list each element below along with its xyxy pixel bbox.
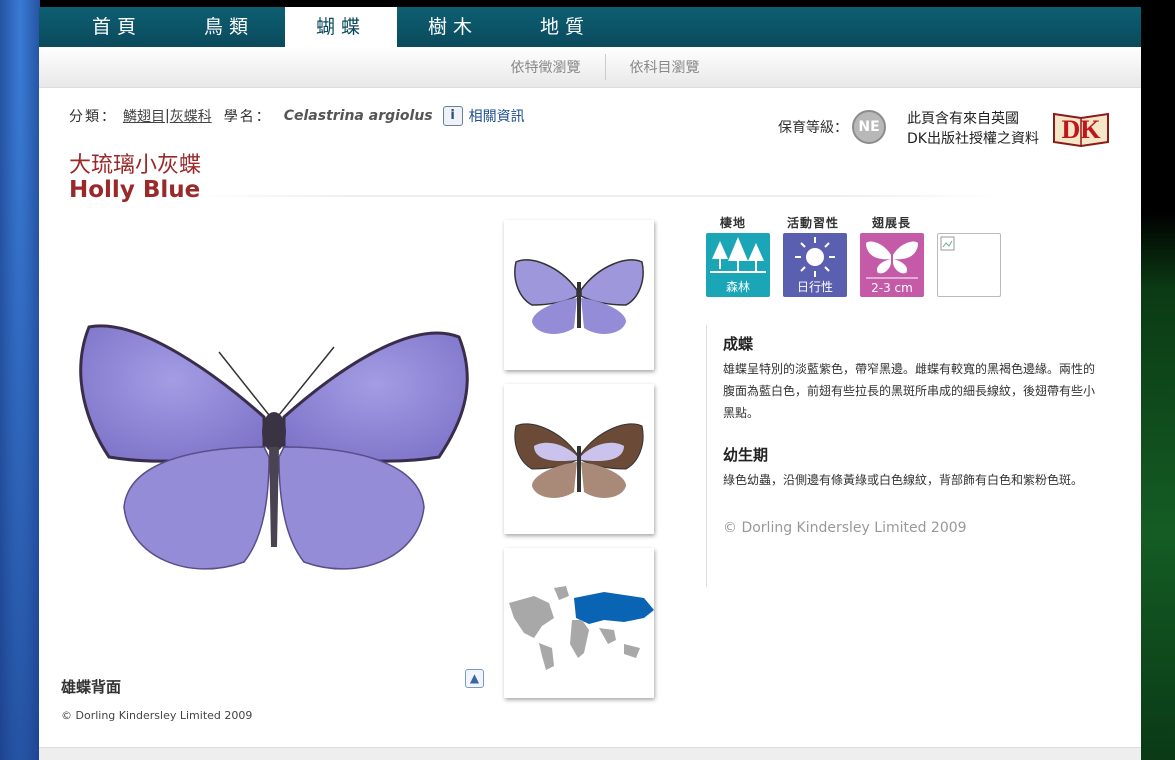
related-info-link[interactable]: 相關資訊: [469, 106, 525, 126]
adult-heading: 成蝶: [723, 335, 754, 353]
broken-image-icon: [940, 236, 955, 251]
footer-strip: [39, 747, 1141, 760]
dk-note-line1: 此頁含有來自英國: [907, 111, 1019, 127]
species-title-english: Holly Blue: [69, 177, 201, 203]
nav-home[interactable]: 首頁: [61, 7, 173, 47]
forest-icon: [710, 237, 766, 273]
dk-logo-text: DK: [1062, 115, 1102, 144]
order-link[interactable]: 鱗翅目: [123, 106, 165, 126]
butterfly-wingspan-icon: [866, 241, 918, 279]
wingspan-value: 2-3 cm: [871, 281, 913, 295]
thumbnail-distribution-map[interactable]: [504, 548, 654, 698]
title-divider: [189, 195, 999, 197]
sub-nav: 依特徵瀏覽 依科目瀏覽: [39, 47, 1141, 88]
main-panel: 首頁 鳥類 蝴蝶 樹木 地質 依特徵瀏覽 依科目瀏覽 分類： 鱗翅目 | 灰蝶科…: [39, 7, 1141, 760]
scientific-name-label: 學名：: [223, 109, 272, 125]
info-icon[interactable]: i: [442, 106, 463, 126]
description-copyright: © Dorling Kindersley Limited 2009: [723, 520, 967, 536]
background-left: [0, 0, 40, 760]
family-link[interactable]: 灰蝶科: [170, 106, 212, 126]
activity-value: 日行性: [796, 280, 833, 294]
larva-heading: 幼生期: [723, 446, 769, 464]
browse-by-family-link[interactable]: 依科目瀏覽: [606, 57, 724, 77]
activity-diurnal-tile: 日行性: [783, 233, 847, 297]
dk-note-line2: DK出版社授權之資料: [907, 131, 1039, 147]
activity-label: 活動習性: [787, 216, 840, 230]
classification-label: 分類：: [69, 109, 117, 125]
habitat-value: 森林: [725, 280, 750, 294]
scroll-up-button[interactable]: ▲: [465, 669, 484, 688]
habitat-label: 棲地: [720, 216, 747, 230]
scientific-name: Celastrina argiolus: [283, 108, 433, 124]
nav-trees[interactable]: 樹木: [397, 7, 509, 47]
main-image-copyright: © Dorling Kindersley Limited 2009: [61, 709, 253, 722]
browse-by-feature-link[interactable]: 依特徵瀏覽: [487, 57, 605, 77]
conservation-badge: NE: [852, 110, 886, 144]
classification-line: 分類： 鱗翅目 | 灰蝶科 學名： Celastrina argiolus i …: [69, 106, 525, 126]
broken-image-placeholder: [937, 233, 1001, 297]
butterfly-main-image: [79, 324, 469, 570]
habitat-forest-tile: 森林: [706, 233, 770, 297]
nav-birds[interactable]: 鳥類: [173, 7, 285, 47]
species-title-chinese: 大琉璃小灰蝶: [69, 153, 202, 178]
chevron-up-icon: ▲: [469, 671, 480, 685]
main-image-caption: 雄蝶背面: [61, 678, 122, 696]
thumbnail-upperside[interactable]: [504, 220, 654, 370]
larva-description: 綠色幼蟲，沿側邊有條黃綠或白色線紋，背部飾有白色和紫粉色斑。: [723, 473, 1084, 487]
adult-description: 雄蝶呈特別的淡藍紫色，帶窄黑邊。雌蝶有較寬的黑褐色邊緣。兩性的腹面為藍白色，前翅…: [723, 362, 1096, 420]
nav-butterflies[interactable]: 蝴蝶: [285, 7, 397, 47]
dk-logo-icon: DK: [1053, 112, 1109, 148]
thumbnail-female[interactable]: [504, 384, 654, 534]
background-right: [1141, 0, 1175, 760]
nav-geology[interactable]: 地質: [509, 7, 621, 47]
dk-license-note: 此頁含有來自英國 DK出版社授權之資料: [907, 109, 1039, 149]
conservation-label: 保育等級：: [778, 120, 848, 136]
sun-icon: [795, 237, 835, 277]
wingspan-tile: 2-3 cm: [860, 233, 924, 297]
description-panel: 成蝶 雄蝶呈特別的淡藍紫色，帶窄黑邊。雌蝶有較寬的黑褐色邊緣。兩性的腹面為藍白色…: [706, 325, 1106, 587]
wingspan-label: 翅展長: [872, 216, 912, 230]
conservation-status: 保育等級： NE: [778, 110, 886, 144]
top-nav: 首頁 鳥類 蝴蝶 樹木 地質: [39, 7, 1141, 47]
